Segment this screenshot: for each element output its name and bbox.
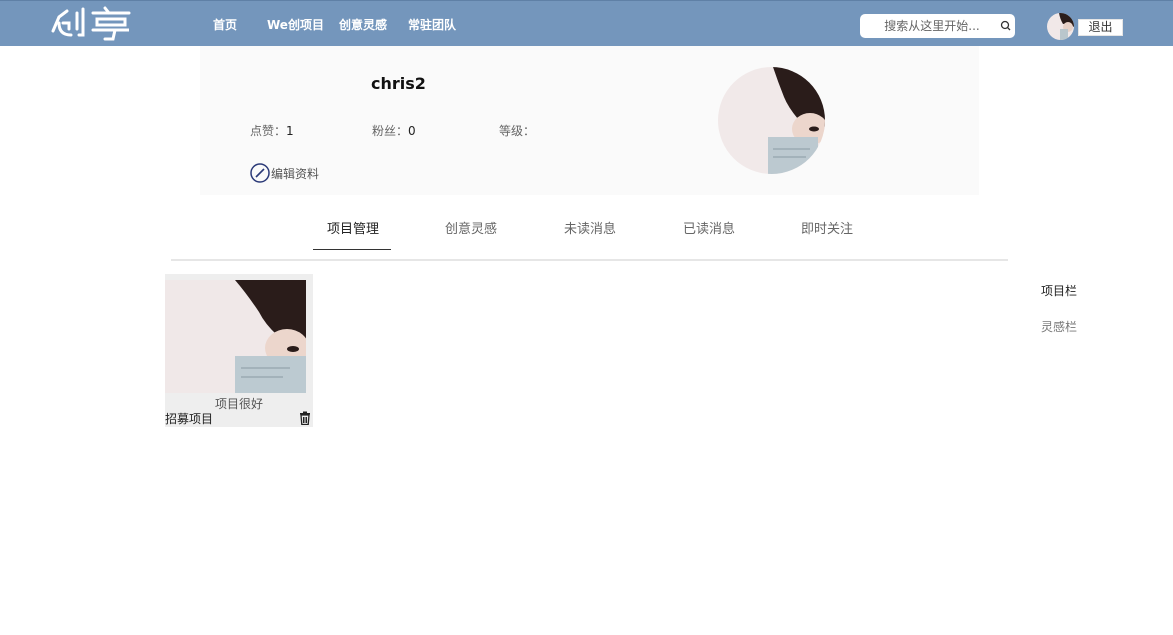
- search-icon[interactable]: [999, 19, 1013, 33]
- likes-stat: 点赞：1: [250, 122, 294, 139]
- tab-creative-inspiration[interactable]: 创意灵感: [445, 218, 497, 237]
- likes-value: 1: [286, 124, 294, 138]
- pencil-icon: [250, 163, 270, 183]
- nav-we-projects[interactable]: We创项目: [267, 16, 324, 33]
- fans-value: 0: [408, 124, 416, 138]
- active-tab-indicator: [313, 249, 391, 250]
- side-projects-link[interactable]: 项目栏: [1041, 282, 1077, 299]
- project-type: 招募项目: [165, 412, 214, 426]
- trash-icon[interactable]: [298, 411, 312, 425]
- tab-project-management[interactable]: 项目管理: [327, 218, 379, 237]
- search-input[interactable]: [868, 17, 996, 35]
- edit-profile-link[interactable]: 编辑资料: [250, 162, 319, 184]
- profile-card: chris2 点赞：1 粉丝：0 等级： 编辑资料: [200, 46, 979, 195]
- project-image: [165, 280, 306, 393]
- top-navbar: 首页 We创项目 创意灵感 常驻团队 退出: [0, 0, 1173, 46]
- side-inspiration-link[interactable]: 灵感栏: [1041, 318, 1077, 335]
- logout-button[interactable]: 退出: [1078, 19, 1123, 36]
- nav-home[interactable]: 首页: [213, 16, 237, 33]
- tab-read-messages[interactable]: 已读消息: [683, 218, 735, 237]
- site-logo[interactable]: [49, 5, 133, 41]
- project-card[interactable]: 项目很好 招募项目: [165, 274, 313, 427]
- likes-label: 点赞：: [250, 124, 287, 138]
- nav-team[interactable]: 常驻团队: [408, 16, 456, 33]
- nav-inspiration[interactable]: 创意灵感: [339, 16, 387, 33]
- level-label: 等级：: [499, 124, 536, 138]
- tab-unread-messages[interactable]: 未读消息: [564, 218, 616, 237]
- fans-stat: 粉丝：0: [372, 122, 416, 139]
- level-stat: 等级：: [499, 122, 535, 139]
- profile-avatar: [718, 67, 825, 174]
- user-avatar[interactable]: [1047, 13, 1074, 40]
- search-box: [860, 14, 1015, 38]
- tab-follow[interactable]: 即时关注: [801, 218, 853, 237]
- fans-label: 粉丝：: [372, 124, 409, 138]
- username: chris2: [371, 74, 426, 93]
- edit-profile-label: 编辑资料: [271, 166, 320, 181]
- tabs-divider: [171, 259, 1008, 261]
